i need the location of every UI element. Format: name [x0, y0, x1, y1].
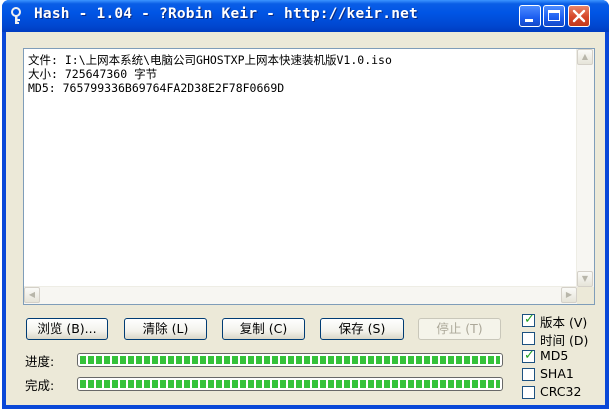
- minimize-button[interactable]: [519, 5, 541, 27]
- window-title: Hash - 1.04 - ?Robin Keir - http://keir.…: [34, 6, 418, 22]
- crc32-checkbox-label: CRC32: [540, 384, 582, 399]
- output-line-size: 大小: 725647360 字节: [28, 67, 158, 81]
- current-progress-bar: [77, 353, 503, 367]
- save-button[interactable]: 保存 (S): [320, 318, 404, 340]
- scroll-right-arrow-icon[interactable]: ▶: [561, 287, 577, 303]
- md5-checkbox-label: MD5: [540, 348, 569, 363]
- close-button[interactable]: [568, 5, 590, 27]
- total-progress-fill: [80, 380, 500, 388]
- md5-checkbox-box: ✓: [522, 348, 535, 363]
- check-mark-icon: ✓: [524, 348, 535, 363]
- client-area: 文件: I:\上网本系统\电脑公司GHOSTXP上网本快速装机版V1.0.iso…: [6, 32, 605, 405]
- sha1-checkbox-box: [522, 368, 535, 381]
- minimize-icon: [525, 19, 533, 22]
- total-progress-label: 完成:: [25, 378, 55, 393]
- current-progress-fill: [80, 356, 500, 364]
- output-line-file: 文件: I:\上网本系统\电脑公司GHOSTXP上网本快速装机版V1.0.iso: [28, 53, 392, 67]
- scroll-down-arrow-icon[interactable]: ▼: [577, 271, 593, 287]
- time-checkbox-box: [522, 332, 535, 345]
- version-checkbox-box: ✓: [522, 312, 535, 327]
- close-icon: [572, 9, 586, 23]
- output-text[interactable]: 文件: I:\上网本系统\电脑公司GHOSTXP上网本快速装机版V1.0.iso…: [28, 53, 392, 95]
- stop-button[interactable]: 停止 (T): [418, 318, 501, 340]
- version-checkbox-label: 版本 (V): [540, 315, 588, 330]
- current-progress-label: 进度:: [25, 354, 55, 369]
- total-progress-bar: [77, 377, 503, 391]
- hash-output-box[interactable]: 文件: I:\上网本系统\电脑公司GHOSTXP上网本快速装机版V1.0.iso…: [23, 48, 595, 305]
- maximize-icon: [548, 10, 560, 21]
- vertical-scrollbar[interactable]: ▲ ▼: [576, 49, 594, 287]
- clear-button[interactable]: 清除 (L): [124, 318, 207, 340]
- horizontal-scrollbar[interactable]: ◀ ▶: [24, 286, 577, 304]
- key-icon: [11, 7, 21, 24]
- browse-button[interactable]: 浏览 (B)...: [26, 318, 108, 340]
- scroll-left-arrow-icon[interactable]: ◀: [24, 287, 40, 303]
- scrollbar-corner: [577, 287, 594, 304]
- title-bar[interactable]: Hash - 1.04 - ?Robin Keir - http://keir.…: [2, 0, 609, 32]
- time-checkbox-label: 时间 (D): [540, 333, 589, 348]
- maximize-button[interactable]: [543, 5, 565, 27]
- app-window: Hash - 1.04 - ?Robin Keir - http://keir.…: [2, 0, 609, 409]
- output-line-md5: MD5: 765799336B69764FA2D38E2F78F0669D: [28, 81, 285, 95]
- scroll-up-arrow-icon[interactable]: ▲: [577, 49, 593, 65]
- copy-button[interactable]: 复制 (C): [222, 318, 305, 340]
- crc32-checkbox-box: [522, 386, 535, 399]
- check-mark-icon: ✓: [524, 312, 535, 327]
- sha1-checkbox-label: SHA1: [540, 366, 574, 381]
